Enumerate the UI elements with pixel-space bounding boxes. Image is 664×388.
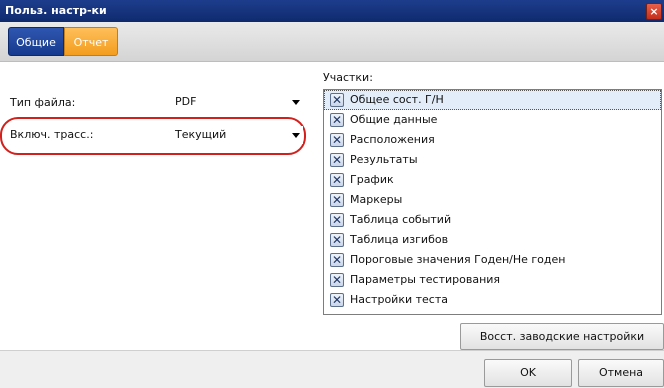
ok-button[interactable]: OK [484,359,572,387]
checkbox-checked-icon[interactable]: ✕ [330,213,344,227]
list-item[interactable]: ✕ Пороговые значения Годен/Не годен [324,250,661,270]
sections-list: ✕ Общее сост. Г/Н ✕ Общие данные ✕ Распо… [323,89,662,315]
checkbox-checked-icon[interactable]: ✕ [330,193,344,207]
include-traces-select[interactable]: Текущий [172,126,303,144]
restore-defaults-button[interactable]: Восст. заводские настройки [460,323,664,350]
sections-label: Участки: [323,71,373,84]
title-bar: Польз. настр-ки × [0,0,664,22]
checkbox-checked-icon[interactable]: ✕ [330,273,344,287]
list-item-label: Параметры тестирования [350,273,501,286]
include-traces-label: Включ. трасс.: [10,128,94,141]
window-title: Польз. настр-ки [5,4,107,17]
close-icon: × [649,5,659,18]
checkbox-checked-icon[interactable]: ✕ [330,133,344,147]
tab-report[interactable]: Отчет [64,27,118,56]
close-button[interactable]: × [646,3,662,20]
list-item[interactable]: ✕ Результаты [324,150,661,170]
tab-general[interactable]: Общие [8,27,64,56]
file-type-value: PDF [175,95,197,108]
checkbox-checked-icon[interactable]: ✕ [330,233,344,247]
checkbox-checked-icon[interactable]: ✕ [330,113,344,127]
list-item-label: Расположения [350,133,435,146]
list-item-label: Общие данные [350,113,438,126]
list-item[interactable]: ✕ Общие данные [324,110,661,130]
list-item[interactable]: ✕ Общее сост. Г/Н [324,90,661,110]
list-item-label: Таблица событий [350,213,452,226]
list-item-label: Настройки теста [350,293,448,306]
list-item[interactable]: ✕ График [324,170,661,190]
list-item-label: Пороговые значения Годен/Не годен [350,253,566,266]
cancel-button[interactable]: Отмена [578,359,664,387]
list-item-label: Маркеры [350,193,403,206]
file-type-select[interactable]: PDF [172,93,303,111]
include-traces-value: Текущий [175,128,227,141]
chevron-down-icon [292,133,300,138]
list-item[interactable]: ✕ Таблица событий [324,210,661,230]
list-item[interactable]: ✕ Таблица изгибов [324,230,661,250]
list-item[interactable]: ✕ Расположения [324,130,661,150]
chevron-down-icon [292,100,300,105]
checkbox-checked-icon[interactable]: ✕ [330,293,344,307]
list-item-label: Результаты [350,153,418,166]
list-item[interactable]: ✕ Настройки теста [324,290,661,310]
list-item[interactable]: ✕ Маркеры [324,190,661,210]
file-type-label: Тип файла: [10,96,76,109]
checkbox-checked-icon[interactable]: ✕ [330,253,344,267]
tab-strip: Общие Отчет [0,22,664,62]
dialog-footer: OK Отмена [0,350,664,388]
list-item-label: График [350,173,394,186]
checkbox-checked-icon[interactable]: ✕ [330,93,344,107]
list-item-label: Общее сост. Г/Н [350,93,444,106]
settings-panel: Тип файла: PDF Включ. трасс.: Текущий Уч… [0,62,664,350]
checkbox-checked-icon[interactable]: ✕ [330,153,344,167]
list-item[interactable]: ✕ Параметры тестирования [324,270,661,290]
list-item-label: Таблица изгибов [350,233,449,246]
checkbox-checked-icon[interactable]: ✕ [330,173,344,187]
